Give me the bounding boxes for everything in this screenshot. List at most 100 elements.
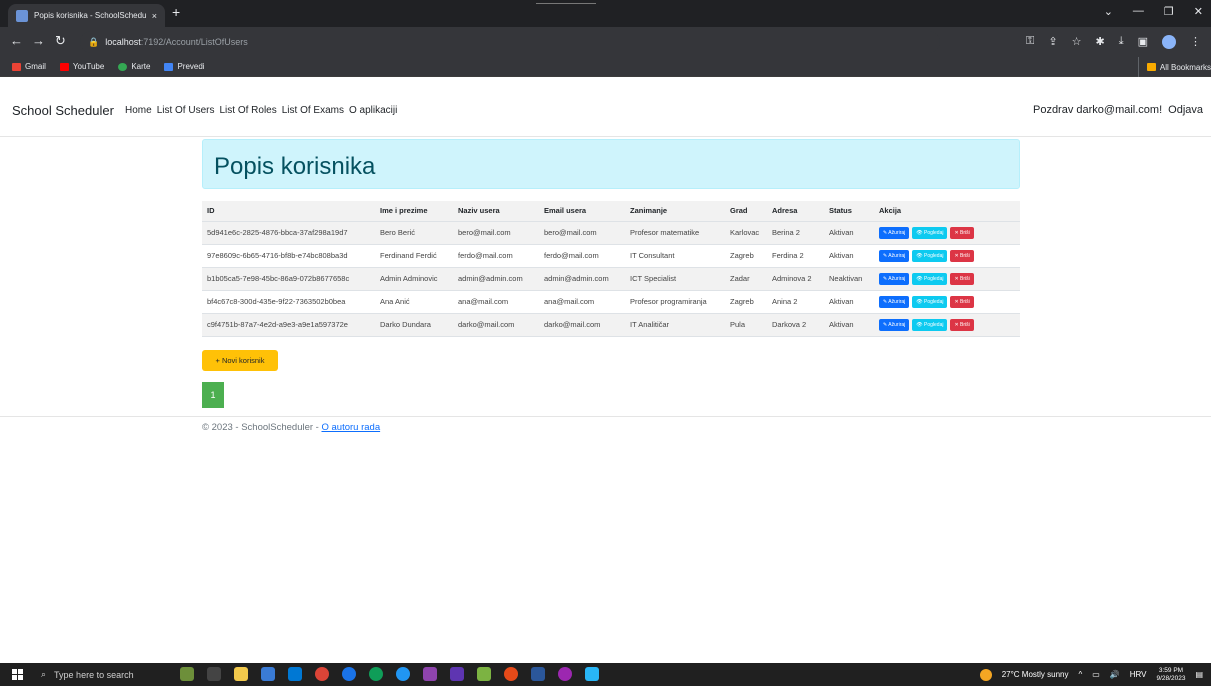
nav-list-of-roles[interactable]: List Of Roles [219,105,276,116]
table-row: 97e8609c-6b65-4716-bf8b-e74bc808ba3d Ferd… [202,244,1020,268]
back-icon[interactable]: ← [10,34,23,48]
update-button[interactable]: ✎ Ažuriraj [879,295,910,308]
edge-icon[interactable] [369,667,383,681]
about-author-link[interactable]: O autoru rada [321,422,380,433]
url-input[interactable]: 🔒 localhost :7192/Account/ListOfUsers [80,31,940,53]
view-button[interactable]: 👁 Pogledaj [912,295,948,308]
profile-avatar[interactable] [1162,35,1176,49]
star-icon[interactable]: ☆ [1072,35,1082,49]
forward-icon[interactable]: → [32,34,45,48]
nav-o-aplikaciji[interactable]: O aplikaciji [349,105,397,116]
chrome-profile-icon[interactable] [558,667,572,681]
extensions-icon[interactable]: ✱ [1096,35,1105,49]
weather-text[interactable]: 27°C Mostly sunny [1002,670,1069,679]
clock[interactable]: 3:59 PM 9/28/2023 [1157,667,1186,683]
file-explorer-icon[interactable] [234,667,248,681]
chrome-dev-icon[interactable] [342,667,356,681]
tray-chevron-icon[interactable]: ^ [1078,670,1082,679]
maximize-button[interactable]: ❐ [1164,5,1174,18]
cell-name: Ana Anić [375,290,453,314]
download-icon[interactable]: ⤓ [1119,35,1124,49]
bookmark-youtube[interactable]: YouTube [59,62,104,71]
chrome-icon[interactable] [315,667,329,681]
notifications-icon[interactable]: ▤ [1195,670,1203,679]
cell-occupation: ICT Specialist [625,267,725,291]
windows-start-icon[interactable] [12,669,23,680]
nav-list-of-exams[interactable]: List Of Exams [282,105,344,116]
key-icon[interactable]: ⚿ [1026,35,1034,49]
nav-list-of-users[interactable]: List Of Users [157,105,215,116]
bookmarks-bar: Gmail YouTube Karte Prevedi All Bookmark… [0,57,1211,77]
view-button[interactable]: 👁 Pogledaj [912,318,948,331]
volume-icon[interactable]: 🔊 [1110,670,1120,679]
table-header-row: ID Ime i prezime Naziv usera Email usera… [202,201,1020,222]
app-icon[interactable] [396,667,410,681]
cell-status: Aktivan [824,244,874,268]
brand-link[interactable]: School Scheduler [12,103,114,118]
youtube-icon [59,62,69,71]
cell-id: 5d941e6c-2825-4876-bbca-37af298a19d7 [202,221,375,245]
window-drag-notch [536,0,596,4]
sidepanel-icon[interactable]: ▣ [1138,35,1148,49]
reload-icon[interactable]: ↻ [55,34,66,48]
greeting-link[interactable]: Pozdrav darko@mail.com! [1033,104,1162,116]
weather-sun-icon [979,668,992,681]
delete-button[interactable]: ✕ Briši [950,295,974,308]
delete-button[interactable]: ✕ Briši [950,272,974,285]
lock-icon: 🔒 [88,36,100,47]
all-bookmarks-button[interactable]: All Bookmarks [1137,57,1211,77]
mail-icon[interactable] [288,667,302,681]
notepad-icon[interactable] [477,667,491,681]
bookmark-prevedi[interactable]: Prevedi [164,62,205,71]
page-content: School Scheduler Home List Of Users List… [0,77,1211,663]
pagination-page-1[interactable]: 1 [202,382,224,408]
language-indicator[interactable]: HRV [1130,670,1147,679]
cell-city: Karlovac [725,221,767,245]
browser-tab[interactable]: Popis korisnika - SchoolScheduler × [8,4,165,27]
footer: © 2023 - SchoolScheduler - O autoru rada [202,422,380,433]
update-button[interactable]: ✎ Ažuriraj [879,272,910,285]
delete-button[interactable]: ✕ Briši [950,226,974,239]
store-icon[interactable] [261,667,275,681]
nav-home[interactable]: Home [125,105,152,116]
view-button[interactable]: 👁 Pogledaj [912,249,948,262]
minimize-button[interactable]: — [1133,5,1144,18]
new-user-button[interactable]: + Novi korisnik [202,350,278,371]
paint-icon[interactable] [585,667,599,681]
toolbar-icons: ⚿ ⇪ ☆ ✱ ⤓ ▣ ⋮ [1026,35,1201,49]
table-row: bf4c67c8-300d-435e-9f22-7363502b0bea Ana … [202,290,1020,314]
taskbar-search[interactable]: ⌕ Type here to search [35,663,155,686]
tab-close-button[interactable]: × [152,11,157,21]
cell-actions: ✎ Ažuriraj 👁 Pogledaj ✕ Briši [874,221,1020,245]
update-button[interactable]: ✎ Ažuriraj [879,226,910,239]
task-view-icon[interactable] [207,667,221,681]
maps-pin-icon [118,62,128,71]
chevron-down-icon[interactable]: ⌄ [1104,5,1113,18]
bookmark-gmail[interactable]: Gmail [12,62,46,71]
update-button[interactable]: ✎ Ažuriraj [879,318,910,331]
logout-link[interactable]: Odjava [1168,104,1203,116]
users-table: ID Ime i prezime Naziv usera Email usera… [202,201,1020,337]
new-tab-button[interactable]: + [172,5,180,19]
delete-button[interactable]: ✕ Briši [950,249,974,262]
bookmark-karte[interactable]: Karte [118,62,150,71]
network-icon[interactable]: ▭ [1092,670,1100,679]
window-controls: ⌄ — ❐ ✕ [1104,5,1203,18]
close-window-button[interactable]: ✕ [1194,5,1203,18]
table-row: 5d941e6c-2825-4876-bbca-37af298a19d7 Bero… [202,221,1020,245]
url-host: localhost [105,37,141,47]
delete-button[interactable]: ✕ Briši [950,318,974,331]
col-id: ID [202,201,375,222]
view-button[interactable]: 👁 Pogledaj [912,272,948,285]
word-icon[interactable] [531,667,545,681]
teams-icon[interactable] [504,667,518,681]
update-button[interactable]: ✎ Ažuriraj [879,249,910,262]
footer-text: © 2023 - SchoolScheduler - [202,422,322,433]
news-widget-icon[interactable] [180,667,194,681]
terminal-icon[interactable] [450,667,464,681]
share-icon[interactable]: ⇪ [1048,35,1057,49]
view-button[interactable]: 👁 Pogledaj [912,226,948,239]
table-row: c9f4751b-87a7-4e2d-a9e3-a9e1a597372e Dark… [202,313,1020,337]
visual-studio-icon[interactable] [423,667,437,681]
menu-icon[interactable]: ⋮ [1190,35,1201,49]
